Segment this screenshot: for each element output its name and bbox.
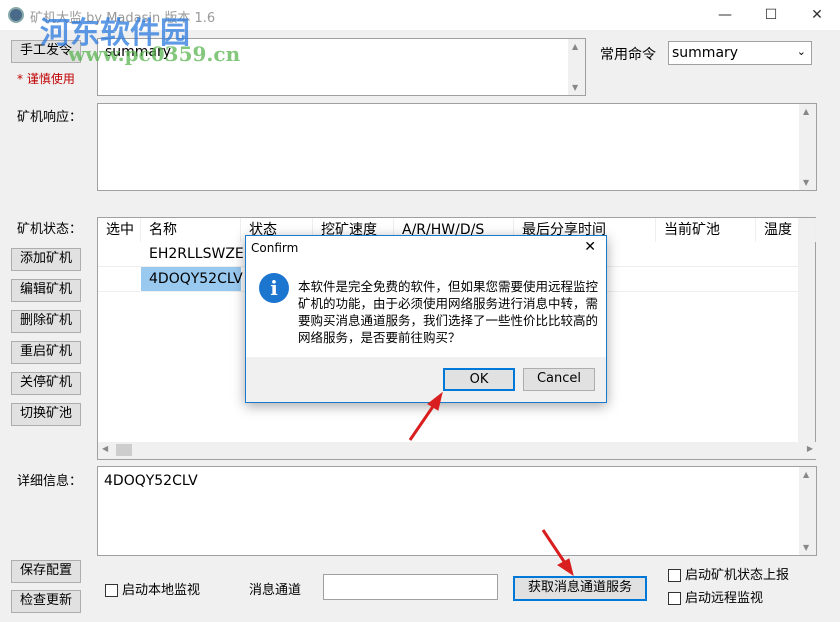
annotation-arrows (408, 391, 574, 577)
arrow-to-get-service (541, 529, 574, 577)
watermark-url: www.pc0359.cn (68, 42, 241, 66)
arrow-to-ok (408, 391, 443, 441)
